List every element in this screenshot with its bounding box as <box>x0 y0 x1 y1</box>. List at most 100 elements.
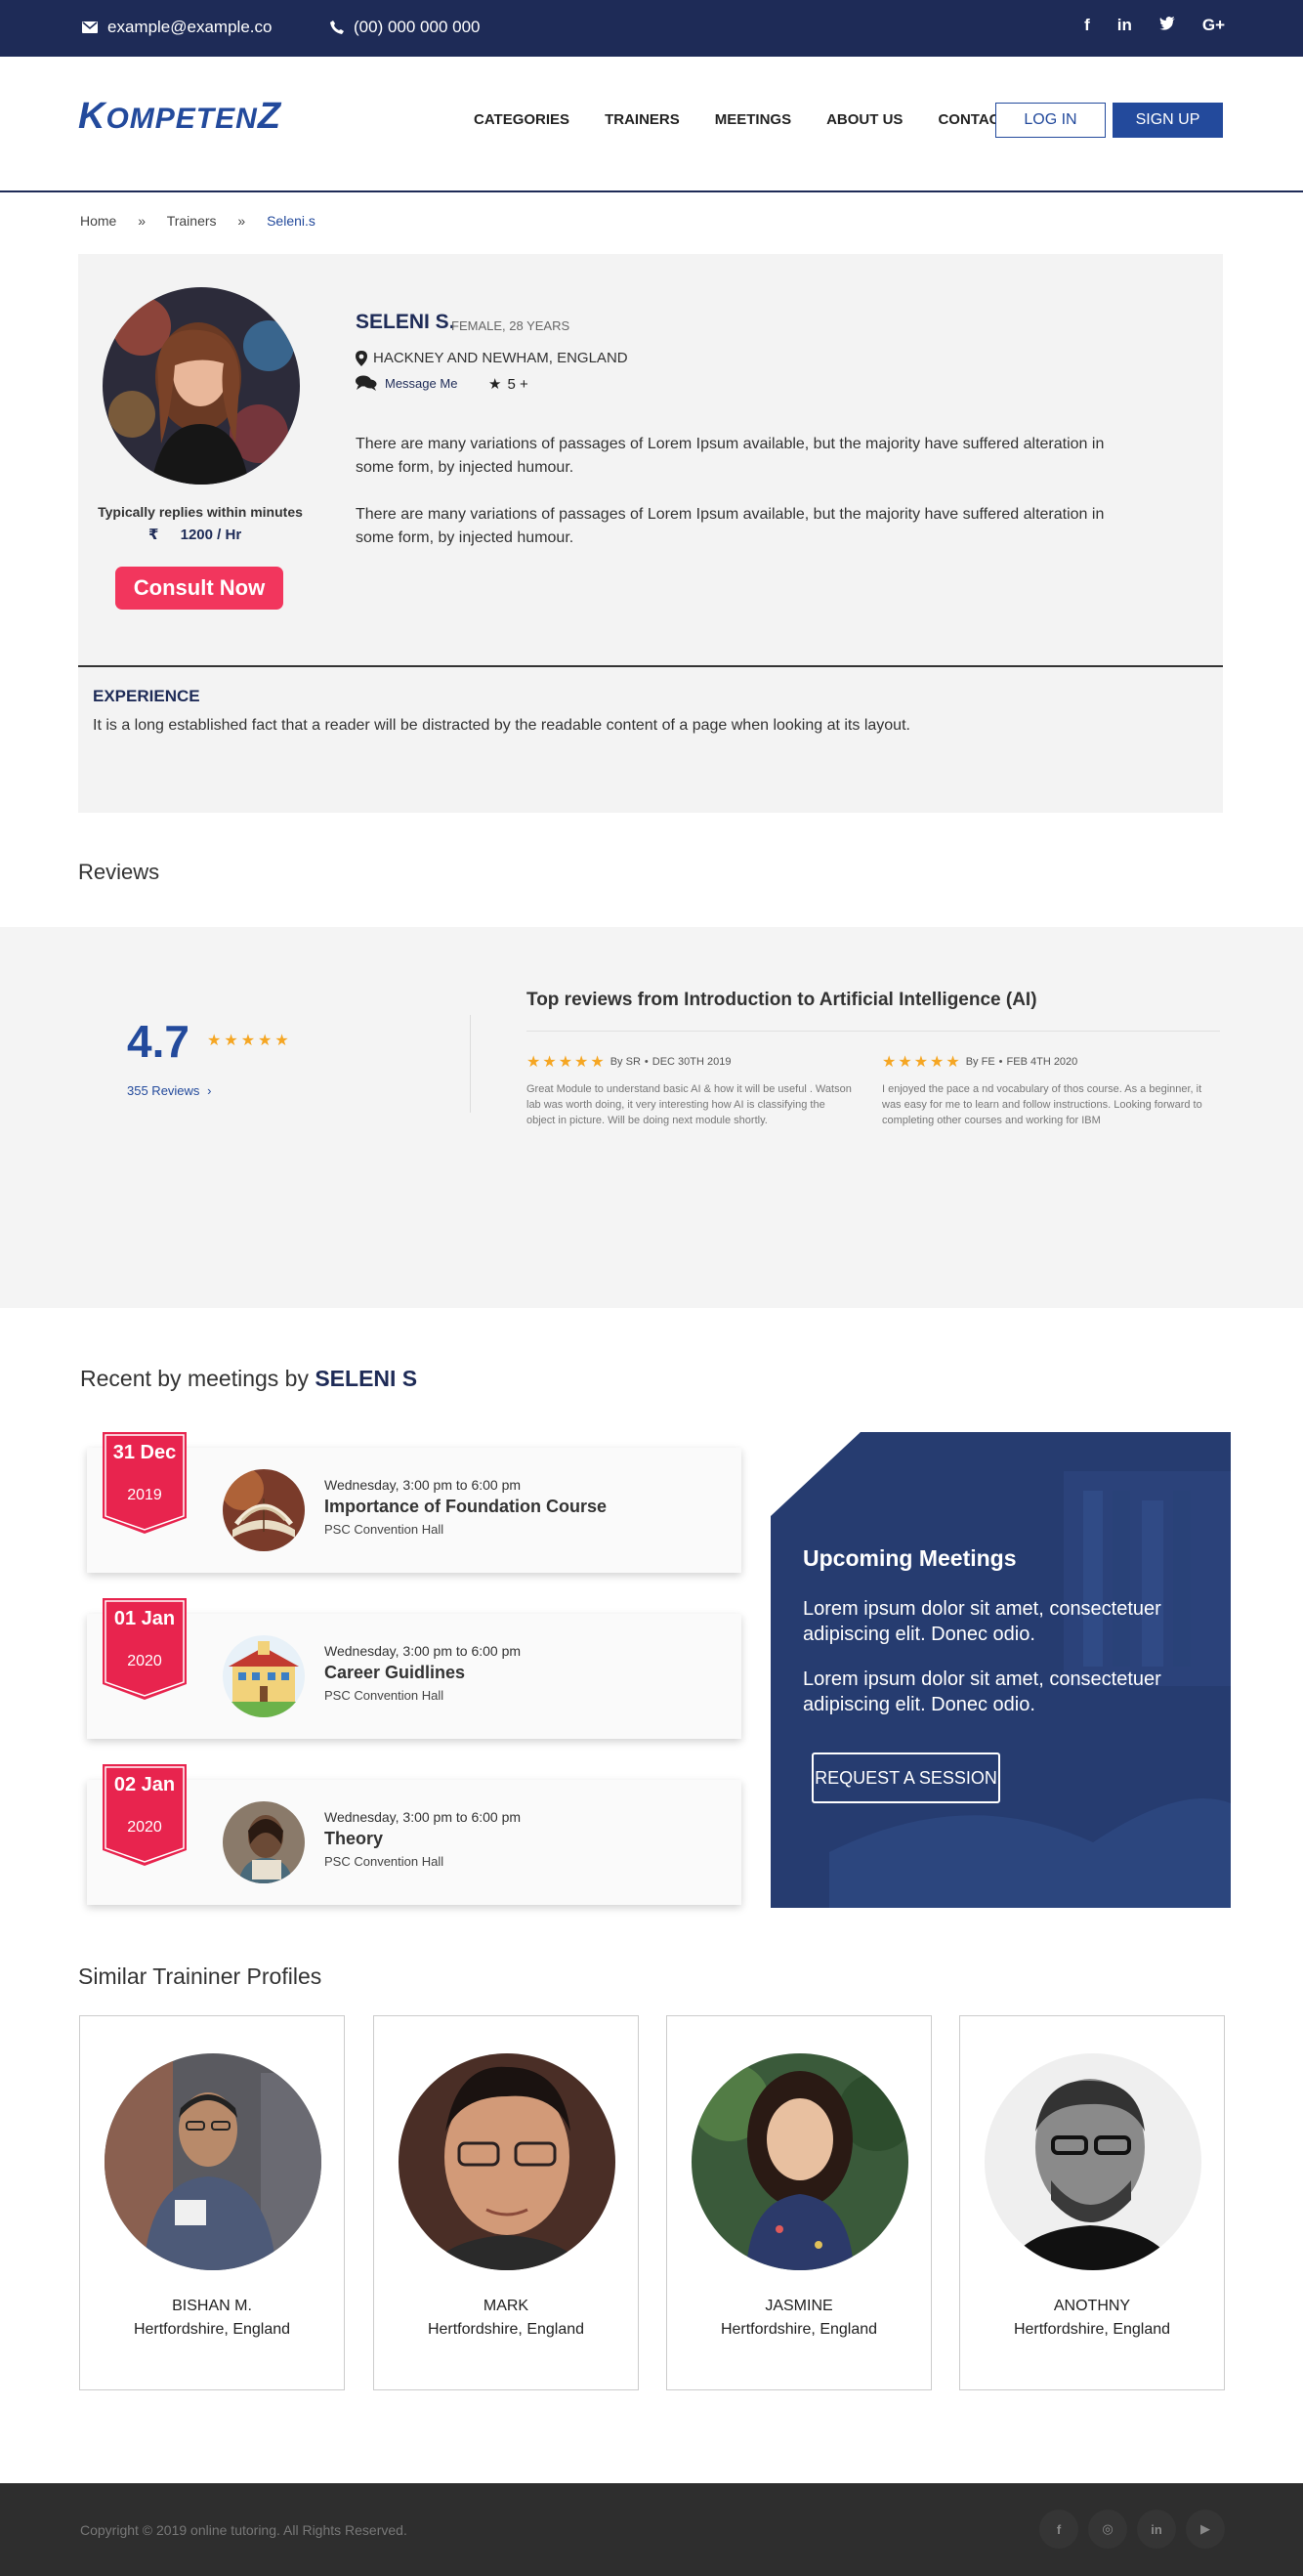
meeting-place: PSC Convention Hall <box>324 1688 444 1703</box>
divider <box>470 1015 471 1113</box>
trainer-card[interactable]: BISHAN M. Hertfordshire, England <box>79 2015 345 2390</box>
trainer-location: HACKNEY AND NEWHAM, ENGLAND <box>356 350 628 366</box>
map-pin-icon <box>356 350 367 366</box>
review-item: ★★★★★ By FE • FEB 4TH 2020 I enjoyed the… <box>882 1052 1209 1128</box>
trainer-name: JASMINE <box>765 2298 833 2314</box>
rate-text: 1200 / Hr <box>180 527 242 543</box>
divider <box>526 1031 1220 1032</box>
trainer-location: Hertfordshire, England <box>1013 2321 1171 2338</box>
meeting-card[interactable]: 31 Dec 2019 Wednesday, 3:00 pm to 6:00 p… <box>87 1432 741 1573</box>
site-header: KOMPETENZ CATEGORIES TRAINERS MEETINGS A… <box>0 57 1303 192</box>
linkedin-icon[interactable]: in <box>1117 16 1132 35</box>
twitter-icon[interactable] <box>1158 16 1175 35</box>
star-icon: ★ <box>488 376 502 393</box>
trainer-photo <box>692 2053 908 2270</box>
meeting-place: PSC Convention Hall <box>324 1854 444 1869</box>
meeting-year: 2019 <box>127 1487 162 1503</box>
meeting-card[interactable]: 01 Jan 2020 Wednesday, 3:00 pm to 6:00 p… <box>87 1598 741 1739</box>
breadcrumb-separator: » <box>237 213 246 229</box>
trainer-location: Hertfordshire, England <box>720 2321 878 2338</box>
meeting-thumbnail <box>223 1801 305 1883</box>
message-me-label: Message Me <box>385 375 458 391</box>
meetings-heading-name: SELENI S <box>315 1366 418 1391</box>
trainer-name: ANOTHNY <box>1053 2298 1131 2314</box>
nav-about-us[interactable]: ABOUT US <box>826 111 903 128</box>
reviews-section: 4.7 ★★★★★ 355 Reviews › Top reviews from… <box>0 927 1303 1308</box>
request-session-button[interactable]: REQUEST A SESSION <box>812 1753 1000 1803</box>
trainer-description-2: There are many variations of passages of… <box>356 506 1105 546</box>
average-rating: 4.7 <box>127 1016 189 1067</box>
meeting-time: Wednesday, 3:00 pm to 6:00 pm <box>324 1477 522 1493</box>
trainer-rating: ★ 5 + <box>488 375 528 394</box>
reviews-heading: Reviews <box>78 860 160 884</box>
meeting-thumbnail <box>223 1635 305 1717</box>
bullet-separator: • <box>998 1056 1003 1068</box>
trainer-photo <box>985 2053 1201 2270</box>
breadcrumb-separator: » <box>138 213 147 229</box>
review-item: ★★★★★ By SR • DEC 30TH 2019 Great Module… <box>526 1052 854 1128</box>
email-text: example@example.co <box>107 18 273 36</box>
phone-contact[interactable]: (00) 000 000 000 <box>330 18 481 37</box>
social-links: f in G+ <box>1084 16 1225 35</box>
youtube-icon[interactable]: ▶ <box>1186 2510 1225 2549</box>
bullet-separator: • <box>644 1056 649 1068</box>
trainer-description-1: There are many variations of passages of… <box>356 436 1105 476</box>
linkedin-icon[interactable]: in <box>1137 2510 1176 2549</box>
nav-trainers[interactable]: TRAINERS <box>605 111 680 128</box>
meeting-year: 2020 <box>127 1819 162 1836</box>
meeting-name: Theory <box>324 1829 384 1848</box>
trainer-card[interactable]: ANOTHNY Hertfordshire, England <box>959 2015 1225 2390</box>
date-ribbon: 01 Jan 2020 <box>103 1598 187 1700</box>
trainer-photo <box>399 2053 615 2270</box>
googleplus-icon[interactable]: G+ <box>1202 16 1225 35</box>
top-reviews-title: Top reviews from Introduction to Artific… <box>526 990 1037 1010</box>
consult-now-button[interactable]: Consult Now <box>115 567 283 610</box>
meeting-date: 01 Jan <box>113 1608 176 1629</box>
meeting-date: 31 Dec <box>112 1442 177 1463</box>
rupee-icon: ₹ <box>148 527 159 543</box>
login-button[interactable]: LOG IN <box>995 103 1106 138</box>
meeting-year: 2020 <box>127 1653 162 1669</box>
review-stars: ★★★★★ <box>882 1054 962 1071</box>
review-author: By SR <box>609 1056 641 1068</box>
chevron-right-icon: › <box>207 1083 212 1098</box>
date-ribbon: 02 Jan 2020 <box>103 1764 187 1866</box>
nav-meetings[interactable]: MEETINGS <box>715 111 791 128</box>
breadcrumb: Home » Trainers » Seleni.s <box>80 213 315 229</box>
meeting-place: PSC Convention Hall <box>324 1522 444 1537</box>
meeting-date: 02 Jan <box>113 1774 176 1795</box>
phone-text: (00) 000 000 000 <box>354 18 481 36</box>
main-nav: CATEGORIES TRAINERS MEETINGS ABOUT US CO… <box>474 111 1044 128</box>
instagram-icon[interactable]: ◎ <box>1088 2510 1127 2549</box>
reviews-count: 355 Reviews <box>127 1083 200 1098</box>
similar-profiles-heading: Similar Traininer Profiles <box>78 1964 322 1989</box>
trainer-name: BISHAN M. <box>172 2298 252 2314</box>
breadcrumb-home[interactable]: Home <box>80 213 116 229</box>
hourly-rate: ₹ 1200 / Hr <box>148 526 241 543</box>
message-me-link[interactable]: Message Me <box>356 375 457 391</box>
reviews-count-link[interactable]: 355 Reviews › <box>127 1083 211 1098</box>
upcoming-meetings-text-1: Lorem ipsum dolor sit amet, consectetuer… <box>803 1598 1161 1645</box>
trainer-location: Hertfordshire, England <box>427 2321 585 2338</box>
facebook-icon[interactable]: f <box>1084 16 1090 35</box>
breadcrumb-current: Seleni.s <box>267 213 315 229</box>
logo[interactable]: KOMPETENZ <box>78 96 281 138</box>
date-ribbon: 31 Dec 2019 <box>103 1432 187 1534</box>
meeting-time: Wednesday, 3:00 pm to 6:00 pm <box>324 1809 522 1825</box>
facebook-icon[interactable]: f <box>1039 2510 1078 2549</box>
meeting-card[interactable]: 02 Jan 2020 Wednesday, 3:00 pm to 6:00 p… <box>87 1764 741 1905</box>
review-text: I enjoyed the pace a nd vocabulary of th… <box>882 1083 1202 1126</box>
trainer-location: Hertfordshire, England <box>133 2321 291 2338</box>
trainer-card[interactable]: JASMINE Hertfordshire, England <box>666 2015 932 2390</box>
email-contact[interactable]: example@example.co <box>82 18 272 37</box>
meeting-thumbnail <box>223 1469 305 1551</box>
trainer-card[interactable]: MARK Hertfordshire, England <box>373 2015 639 2390</box>
trainer-photo <box>105 2053 321 2270</box>
chat-icon <box>356 375 377 391</box>
top-bar: example@example.co (00) 000 000 000 f in… <box>0 0 1303 57</box>
meeting-time: Wednesday, 3:00 pm to 6:00 pm <box>324 1643 522 1659</box>
signup-button[interactable]: SIGN UP <box>1113 103 1223 138</box>
location-text: HACKNEY AND NEWHAM, ENGLAND <box>373 350 628 366</box>
breadcrumb-trainers[interactable]: Trainers <box>167 213 217 229</box>
nav-categories[interactable]: CATEGORIES <box>474 111 569 128</box>
